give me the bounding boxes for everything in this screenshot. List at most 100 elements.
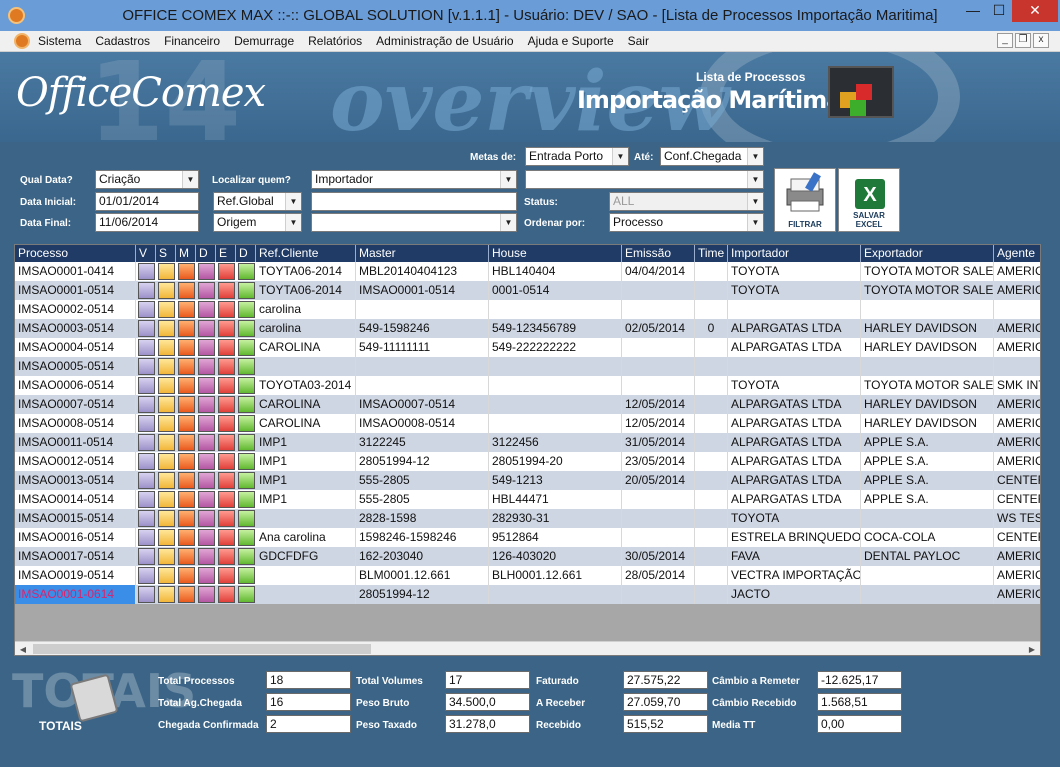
status-square-g[interactable] xyxy=(238,339,255,356)
status-square-g[interactable] xyxy=(238,529,255,546)
status-square-e[interactable] xyxy=(218,320,235,337)
table-row[interactable]: IMSAO0001-0414 TOYTA06-2014 MBL20140404123… xyxy=(15,262,1040,281)
status-square-e[interactable] xyxy=(218,415,235,432)
status-square-s[interactable] xyxy=(158,586,175,603)
status-square-v[interactable] xyxy=(138,453,155,470)
status-square-g[interactable] xyxy=(238,453,255,470)
status-square-s[interactable] xyxy=(158,339,175,356)
status-square-g[interactable] xyxy=(238,301,255,318)
status-square-s[interactable] xyxy=(158,358,175,375)
status-square-s[interactable] xyxy=(158,453,175,470)
status-square-m[interactable] xyxy=(178,472,195,489)
col-agente[interactable]: Agente xyxy=(994,245,1040,262)
status-square-v[interactable] xyxy=(138,491,155,508)
menu-administracao[interactable]: Administração de Usuário xyxy=(376,34,513,48)
status-square-m[interactable] xyxy=(178,282,195,299)
menu-relatorios[interactable]: Relatórios xyxy=(308,34,362,48)
status-square-v[interactable] xyxy=(138,301,155,318)
status-square-d[interactable] xyxy=(198,339,215,356)
col-master[interactable]: Master xyxy=(356,245,489,262)
table-row[interactable]: IMSAO0002-0514 carolina xyxy=(15,300,1040,319)
status-square-d[interactable] xyxy=(198,396,215,413)
extra-filter-select[interactable]: ▼ xyxy=(525,170,764,189)
status-square-g[interactable] xyxy=(238,358,255,375)
status-square-m[interactable] xyxy=(178,339,195,356)
status-square-e[interactable] xyxy=(218,510,235,527)
col-d1[interactable]: D xyxy=(196,245,216,262)
scroll-thumb[interactable] xyxy=(33,644,371,654)
status-square-e[interactable] xyxy=(218,472,235,489)
status-square-d[interactable] xyxy=(198,415,215,432)
ordenar-select[interactable]: Processo ▼ xyxy=(609,213,764,232)
status-square-v[interactable] xyxy=(138,415,155,432)
status-square-v[interactable] xyxy=(138,263,155,280)
maximize-button[interactable]: ☐ xyxy=(984,0,1014,22)
status-square-s[interactable] xyxy=(158,377,175,394)
table-row[interactable]: IMSAO0001-0514 TOYTA06-2014 IMSAO0001-0514… xyxy=(15,281,1040,300)
status-square-v[interactable] xyxy=(138,472,155,489)
status-square-d[interactable] xyxy=(198,282,215,299)
table-row[interactable]: IMSAO0012-0514 IMP1 28051994-12 28051994-20… xyxy=(15,452,1040,471)
status-square-g[interactable] xyxy=(238,586,255,603)
status-square-e[interactable] xyxy=(218,529,235,546)
status-square-s[interactable] xyxy=(158,282,175,299)
status-square-m[interactable] xyxy=(178,453,195,470)
menu-sistema[interactable]: Sistema xyxy=(38,34,81,48)
status-square-g[interactable] xyxy=(238,320,255,337)
status-square-d[interactable] xyxy=(198,358,215,375)
col-house[interactable]: House xyxy=(489,245,622,262)
status-square-s[interactable] xyxy=(158,567,175,584)
status-select[interactable]: ALL ▼ xyxy=(609,192,764,211)
status-square-s[interactable] xyxy=(158,548,175,565)
status-square-g[interactable] xyxy=(238,548,255,565)
search-input[interactable] xyxy=(311,192,517,211)
mdi-minimize-button[interactable]: _ xyxy=(997,33,1013,48)
status-square-e[interactable] xyxy=(218,263,235,280)
filtrar-button[interactable]: FILTRAR xyxy=(774,168,836,232)
status-square-s[interactable] xyxy=(158,529,175,546)
status-square-v[interactable] xyxy=(138,396,155,413)
status-square-s[interactable] xyxy=(158,415,175,432)
col-s[interactable]: S xyxy=(156,245,176,262)
status-square-m[interactable] xyxy=(178,567,195,584)
status-square-e[interactable] xyxy=(218,491,235,508)
menu-sair[interactable]: Sair xyxy=(628,34,649,48)
status-square-g[interactable] xyxy=(238,377,255,394)
status-square-s[interactable] xyxy=(158,472,175,489)
table-row[interactable]: IMSAO0006-0514 TOYOTA03-2014 TOYOTA TOYOTA … xyxy=(15,376,1040,395)
origem-field-select[interactable]: Origem ▼ xyxy=(213,213,302,232)
status-square-e[interactable] xyxy=(218,301,235,318)
status-square-e[interactable] xyxy=(218,282,235,299)
status-square-s[interactable] xyxy=(158,396,175,413)
mdi-restore-button[interactable]: ❐ xyxy=(1015,33,1031,48)
status-square-m[interactable] xyxy=(178,415,195,432)
status-square-m[interactable] xyxy=(178,586,195,603)
ate-select[interactable]: Conf.Chegada ▼ xyxy=(660,147,764,166)
table-row[interactable]: IMSAO0011-0514 IMP1 3122245 3122456 31/05/20… xyxy=(15,433,1040,452)
status-square-v[interactable] xyxy=(138,320,155,337)
status-square-g[interactable] xyxy=(238,472,255,489)
data-final-input[interactable]: 11/06/2014 xyxy=(95,213,199,232)
table-row[interactable]: IMSAO0015-0514 2828-1598 282930-31 TOYOTA WS… xyxy=(15,509,1040,528)
status-square-s[interactable] xyxy=(158,301,175,318)
status-square-m[interactable] xyxy=(178,529,195,546)
col-ref-cliente[interactable]: Ref.Cliente xyxy=(256,245,356,262)
menu-demurrage[interactable]: Demurrage xyxy=(234,34,294,48)
status-square-v[interactable] xyxy=(138,548,155,565)
status-square-e[interactable] xyxy=(218,396,235,413)
salvar-excel-button[interactable]: X SALVAR EXCEL xyxy=(838,168,900,232)
status-square-d[interactable] xyxy=(198,320,215,337)
status-square-d[interactable] xyxy=(198,529,215,546)
col-time[interactable]: Time xyxy=(695,245,728,262)
status-square-e[interactable] xyxy=(218,358,235,375)
status-square-d[interactable] xyxy=(198,472,215,489)
status-square-d[interactable] xyxy=(198,586,215,603)
table-row[interactable]: IMSAO0014-0514 IMP1 555-2805 HBL44471 ALPARG… xyxy=(15,490,1040,509)
menu-app-icon[interactable] xyxy=(14,33,30,49)
status-square-s[interactable] xyxy=(158,320,175,337)
status-square-g[interactable] xyxy=(238,567,255,584)
status-square-g[interactable] xyxy=(238,396,255,413)
status-square-v[interactable] xyxy=(138,377,155,394)
importador-select[interactable]: Importador ▼ xyxy=(311,170,517,189)
status-square-e[interactable] xyxy=(218,453,235,470)
